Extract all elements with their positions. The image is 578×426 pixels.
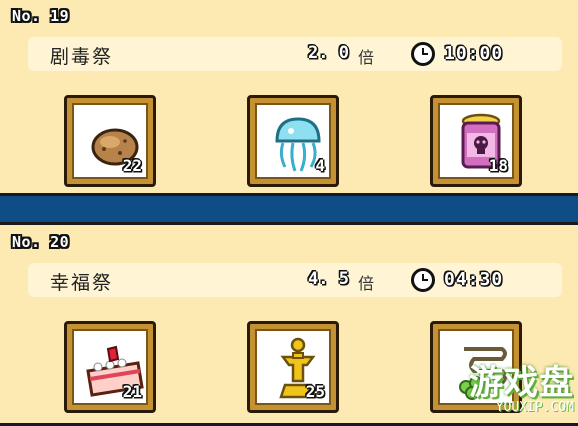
festival-time: 04:30 [444,269,504,290]
festival-card: No. 20 幸福祭 4. 5 倍 04:30 21 25 游戏盘 YOUXIP… [0,222,578,426]
clock-icon [411,268,435,292]
festival-time: 10:00 [444,43,504,64]
festival-card: No. 19 剧毒祭 2. 0 倍 10:00 22 4 18 [0,0,578,196]
site-watermark: 游戏盘 YOUXIP.COM [469,355,574,415]
item-slot[interactable]: 22 [64,95,156,187]
item-slot[interactable]: 21 [64,321,156,413]
item-quantity: 21 [122,382,142,401]
item-quantity: 4 [315,156,325,175]
festival-info-bar: 剧毒祭 2. 0 倍 10:00 [28,37,562,71]
festival-name: 幸福祭 [50,272,114,294]
item-slot[interactable]: 18 [430,95,522,187]
item-quantity: 18 [488,156,508,175]
item-slot[interactable]: 25 [247,321,339,413]
festival-number: No. 20 [12,233,70,251]
multiplier-unit: 倍 [358,48,375,67]
item-quantity: 22 [122,156,142,175]
item-slot[interactable]: 4 [247,95,339,187]
item-quantity: 25 [305,382,325,401]
festival-number: No. 19 [12,7,70,25]
clock-icon [411,42,435,66]
festival-name: 剧毒祭 [50,46,114,68]
multiplier-unit: 倍 [358,274,375,293]
festival-info-bar: 幸福祭 4. 5 倍 04:30 [28,263,562,297]
festival-multiplier: 4. 5 [308,269,349,289]
watermark-logo: 游戏盘 [469,363,574,403]
festival-multiplier: 2. 0 [308,43,349,63]
